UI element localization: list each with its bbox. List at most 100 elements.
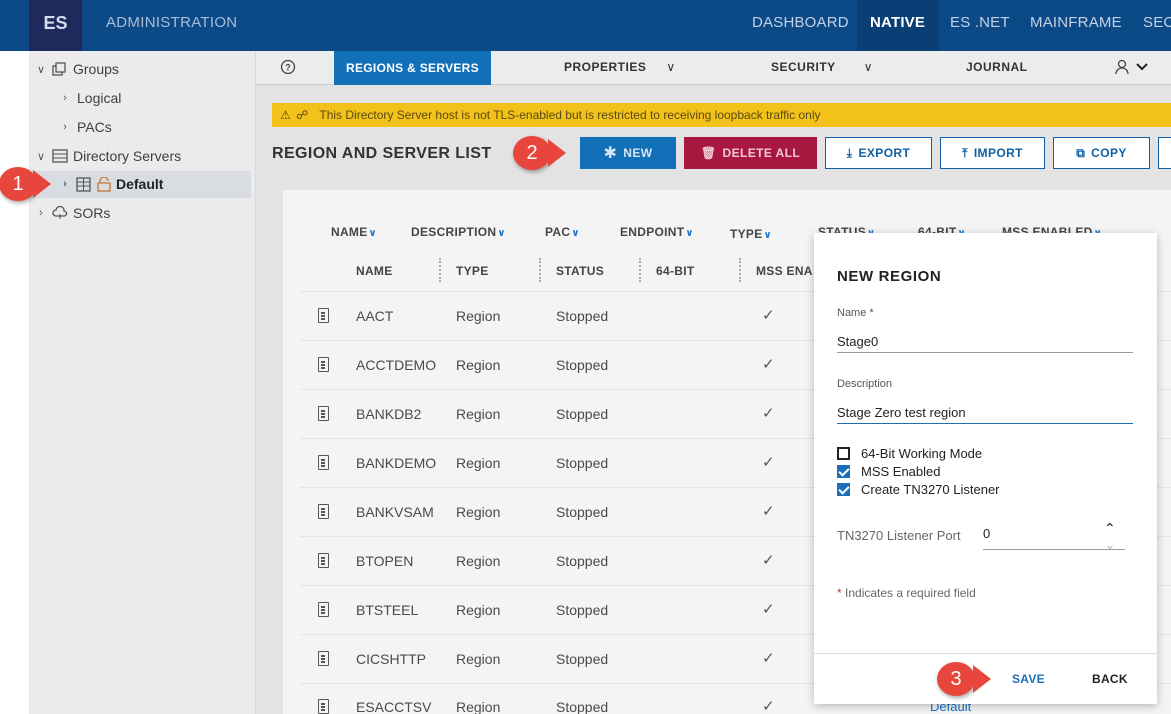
chevron-down-icon[interactable]: ⌄ xyxy=(1104,536,1116,553)
tree-label-sors: SORs xyxy=(73,205,111,221)
chevron-down-icon: ∨ xyxy=(863,60,873,74)
column-type[interactable]: TYPE xyxy=(456,264,489,278)
tls-warning-banner: ⚠ ☍ This Directory Server host is not TL… xyxy=(272,103,1171,127)
check-icon: ✓ xyxy=(762,698,775,714)
chevron-down-icon: ∨ xyxy=(763,230,772,241)
chevron-up-icon[interactable]: ⌃ xyxy=(1104,520,1116,537)
help-icon[interactable]: ? xyxy=(280,59,296,80)
cell-name[interactable]: ACCTDEMO xyxy=(356,357,436,373)
delete-all-button[interactable]: 🗑 DELETE ALL xyxy=(684,137,817,169)
cell-name[interactable]: ESACCTSV xyxy=(356,699,431,714)
checkbox-mss-enabled[interactable] xyxy=(837,464,850,478)
export-button[interactable]: ⤓ EXPORT xyxy=(825,137,932,169)
column-64bit[interactable]: 64-BIT xyxy=(656,264,694,278)
new-button-label: NEW xyxy=(623,146,653,160)
app-title[interactable]: ADMINISTRATION xyxy=(106,14,237,31)
lock-icon: ☍ xyxy=(296,108,309,122)
column-resizer[interactable] xyxy=(639,258,642,282)
chevron-down-icon: ∨ xyxy=(571,228,580,239)
tree-item-sors[interactable]: › SORs xyxy=(34,200,110,226)
filter-endpoint[interactable]: ENDPOINT∨ xyxy=(620,225,694,239)
warning-text: This Directory Server host is not TLS-en… xyxy=(319,108,821,122)
filter-description[interactable]: DESCRIPTION∨ xyxy=(411,225,506,239)
more-button[interactable] xyxy=(1158,137,1171,169)
cell-name[interactable]: BANKVSAM xyxy=(356,504,434,520)
cell-name[interactable]: BTOPEN xyxy=(356,553,413,569)
tree-item-groups[interactable]: ∨ Groups xyxy=(34,56,119,82)
tree-label-logical: Logical xyxy=(77,90,122,106)
nav-native[interactable]: NATIVE xyxy=(870,14,925,31)
required-note: * Indicates a required field xyxy=(837,586,976,600)
nav-security[interactable]: SEC xyxy=(1143,14,1171,31)
dialog-title: NEW REGION xyxy=(837,268,942,285)
check-icon: ✓ xyxy=(762,601,775,618)
description-field-label: Description xyxy=(837,378,893,390)
chevron-right-icon[interactable]: › xyxy=(58,178,72,190)
checkbox-tn3270-row[interactable]: Create TN3270 Listener xyxy=(837,480,1000,498)
cell-type: Region xyxy=(456,357,501,373)
cell-name[interactable]: BANKDEMO xyxy=(356,455,436,471)
cell-status: Stopped xyxy=(556,699,609,714)
check-icon: ✓ xyxy=(762,650,775,667)
cell-name[interactable]: BANKDB2 xyxy=(356,406,421,422)
tab-properties[interactable]: PROPERTIES ∨ xyxy=(564,60,676,74)
check-icon: ✓ xyxy=(762,503,775,520)
tree-label-pacs: PACs xyxy=(77,119,112,135)
es-logo[interactable]: ES xyxy=(29,0,82,51)
copy-button[interactable]: ⧉ COPY xyxy=(1053,137,1150,169)
save-button[interactable]: SAVE xyxy=(1012,672,1045,686)
cell-name[interactable]: CICSHTTP xyxy=(356,651,426,667)
chevron-down-icon[interactable]: ∨ xyxy=(34,150,48,163)
cell-name[interactable]: AACT xyxy=(356,308,393,324)
chevron-right-icon[interactable]: › xyxy=(58,121,72,133)
tree-item-pacs[interactable]: › PACs xyxy=(58,114,112,140)
tree-item-default[interactable]: › Default xyxy=(58,171,163,197)
checkbox-64bit[interactable] xyxy=(837,446,850,460)
name-input[interactable] xyxy=(837,331,1133,353)
checkbox-tn3270-listener[interactable] xyxy=(837,482,850,496)
column-mss-enabled[interactable]: MSS ENA xyxy=(756,264,813,278)
delete-all-label: DELETE ALL xyxy=(722,146,801,160)
nav-dashboard[interactable]: DASHBOARD xyxy=(752,14,849,31)
filter-description-label: DESCRIPTION xyxy=(411,225,497,239)
cell-type: Region xyxy=(456,455,501,471)
new-button[interactable]: ✱ NEW xyxy=(580,137,676,169)
back-button[interactable]: BACK xyxy=(1092,672,1128,686)
cell-type: Region xyxy=(456,651,501,667)
cell-type: Region xyxy=(456,504,501,520)
import-button[interactable]: ⤒ IMPORT xyxy=(940,137,1045,169)
cell-type: Region xyxy=(456,602,501,618)
column-resizer[interactable] xyxy=(439,258,442,282)
region-icon xyxy=(318,406,329,421)
chevron-right-icon[interactable]: › xyxy=(58,92,72,104)
badge-3-arrow xyxy=(973,665,991,693)
tab-security[interactable]: SECURITY ∨ xyxy=(771,60,873,74)
column-name[interactable]: NAME xyxy=(356,264,393,278)
chevron-right-icon[interactable]: › xyxy=(34,207,48,219)
column-resizer[interactable] xyxy=(539,258,542,282)
description-input[interactable] xyxy=(837,402,1133,424)
filter-name-label: NAME xyxy=(331,225,368,239)
groups-icon xyxy=(52,62,68,76)
nav-es-net[interactable]: ES .NET xyxy=(950,14,1010,31)
tree-item-directory-servers[interactable]: ∨ Directory Servers xyxy=(34,143,181,169)
filter-type[interactable]: TYPE∨ xyxy=(730,227,772,241)
nav-mainframe[interactable]: MAINFRAME xyxy=(1030,14,1122,31)
filter-endpoint-label: ENDPOINT xyxy=(620,225,685,239)
column-resizer[interactable] xyxy=(739,258,742,282)
checkbox-mss-row[interactable]: MSS Enabled xyxy=(837,462,941,480)
svg-text:?: ? xyxy=(285,63,291,73)
tab-journal[interactable]: JOURNAL xyxy=(966,60,1028,74)
filter-pac[interactable]: PAC∨ xyxy=(545,225,580,239)
checkbox-64bit-row[interactable]: 64-Bit Working Mode xyxy=(837,444,982,462)
required-asterisk: * xyxy=(837,586,842,600)
column-status[interactable]: STATUS xyxy=(556,264,604,278)
cell-name[interactable]: BTSTEEL xyxy=(356,602,418,618)
chevron-down-icon[interactable]: ∨ xyxy=(34,63,48,76)
tree-item-logical[interactable]: › Logical xyxy=(58,85,121,111)
tab-regions-servers[interactable]: REGIONS & SERVERS xyxy=(334,51,491,85)
user-menu[interactable] xyxy=(1115,58,1157,81)
check-icon: ✓ xyxy=(762,552,775,569)
filter-name[interactable]: NAME∨ xyxy=(331,225,377,239)
step-badge-1: 1 xyxy=(0,167,37,201)
